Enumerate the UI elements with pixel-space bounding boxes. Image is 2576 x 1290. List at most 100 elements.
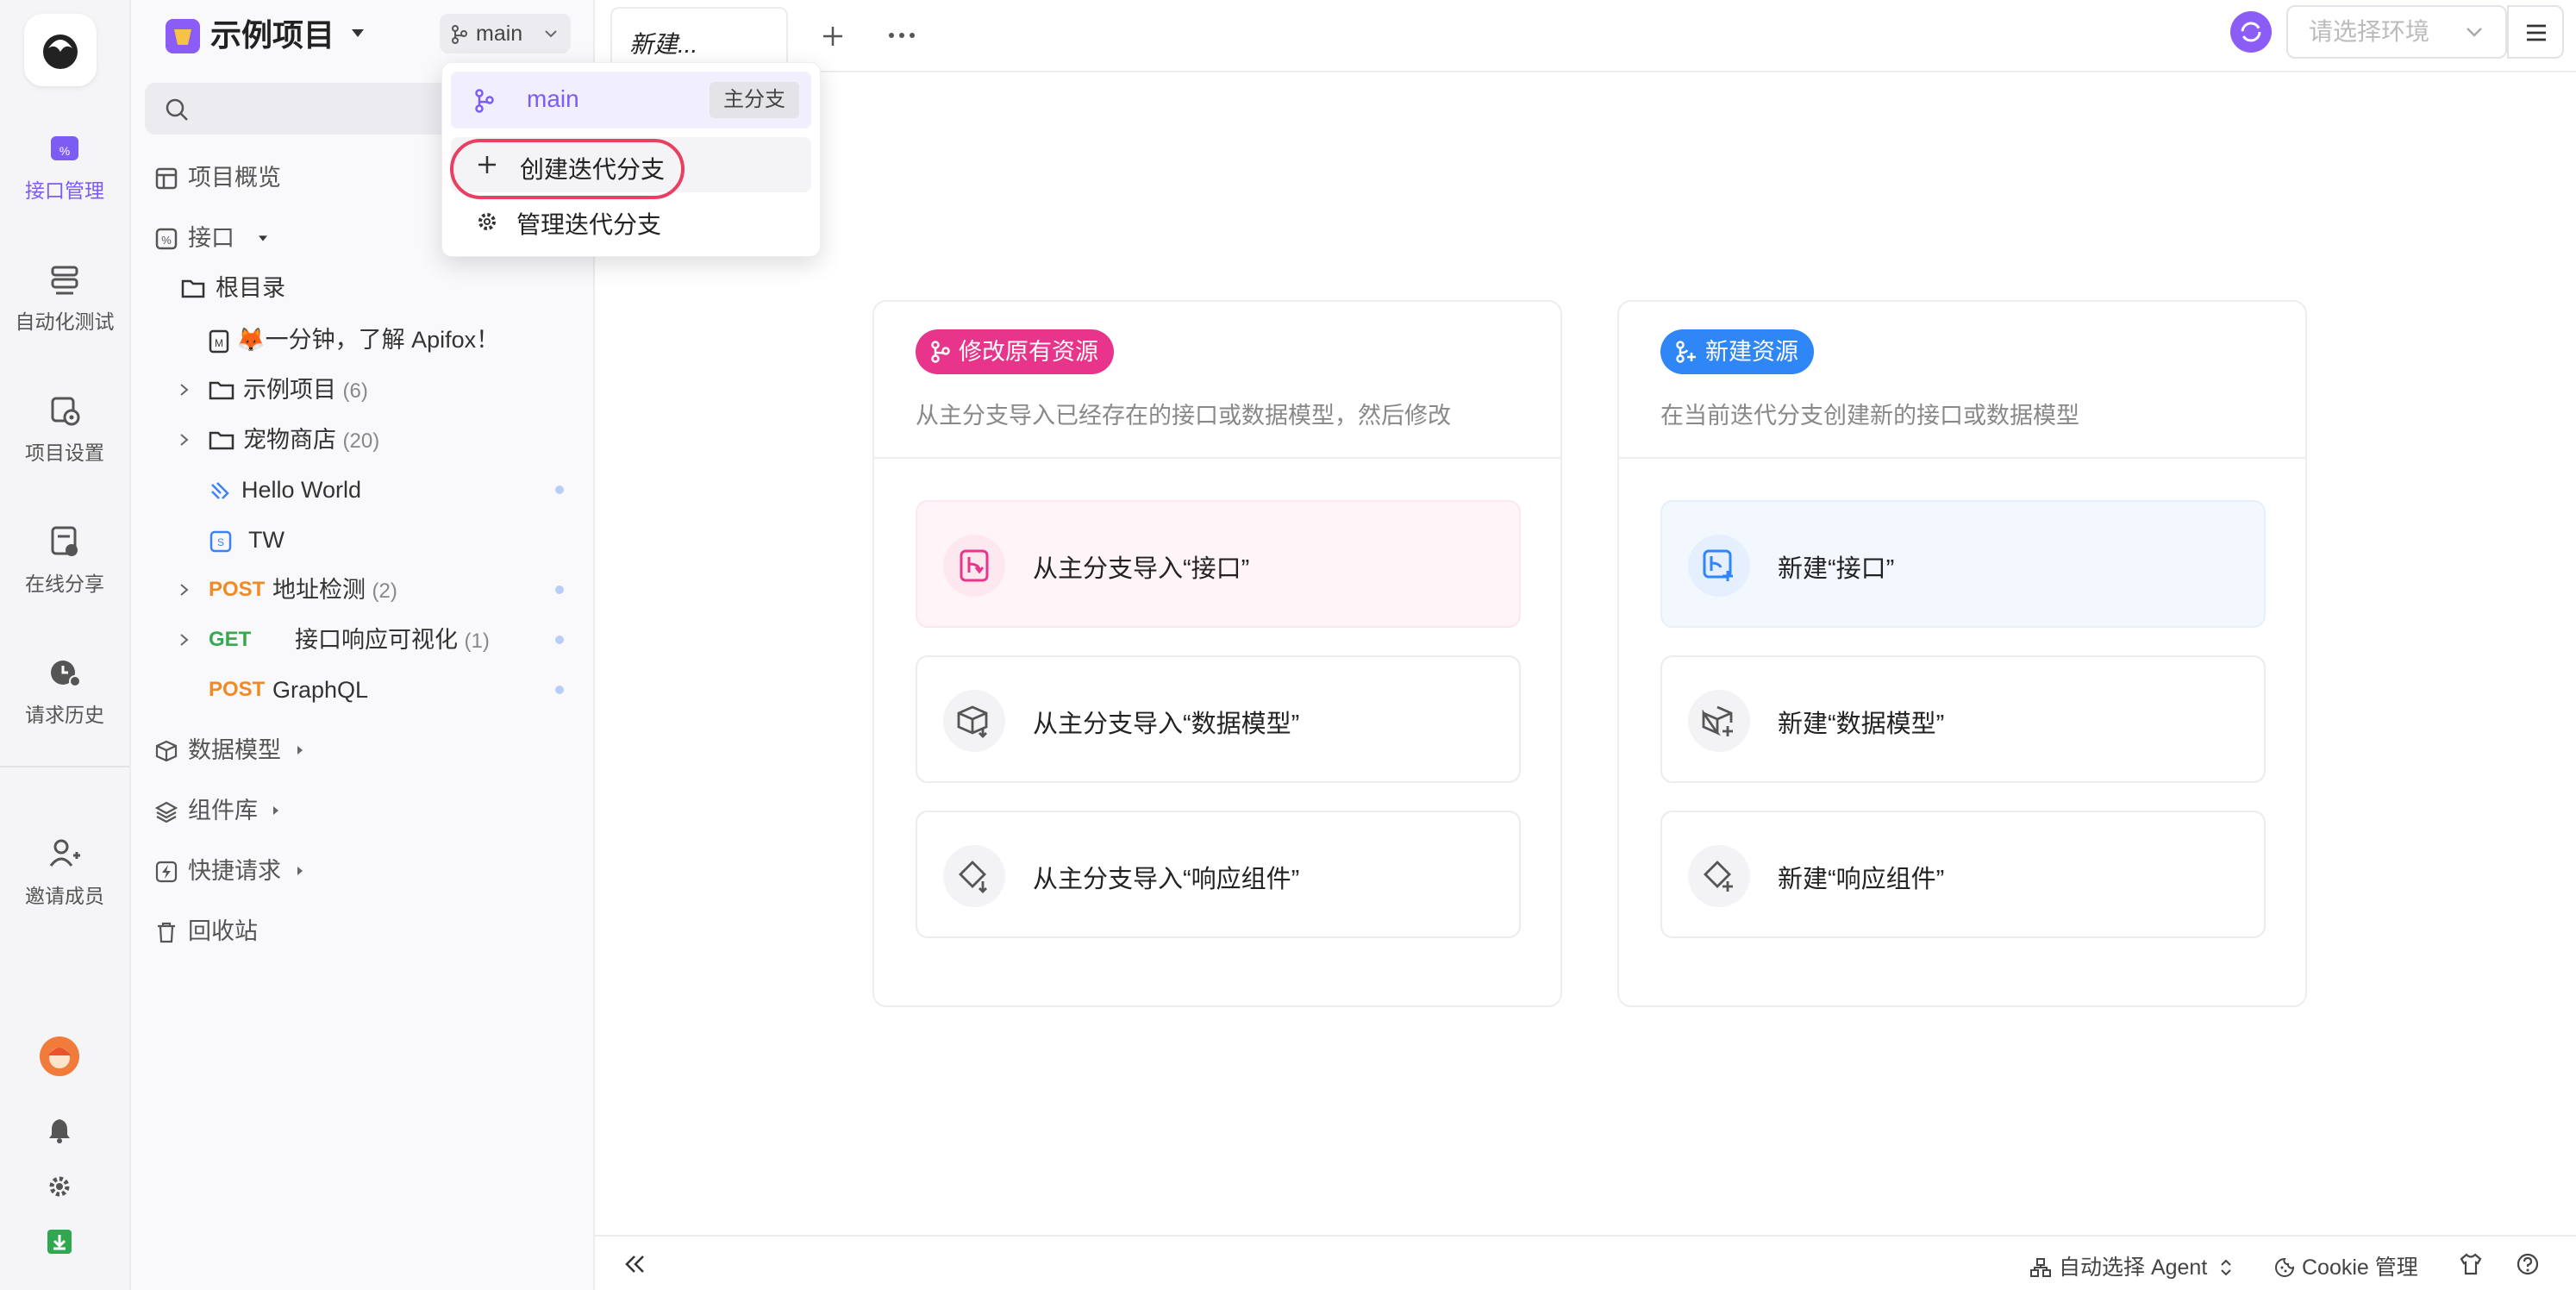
download-icon[interactable]: [47, 1230, 72, 1254]
branch-icon: [931, 341, 950, 363]
top-bar: 新建... 请选择环境: [595, 0, 2576, 74]
badge-label: 新建资源: [1705, 339, 1798, 365]
project-caret-icon[interactable]: [352, 29, 364, 37]
tree-item-graphql[interactable]: POST GraphQL: [209, 673, 571, 707]
more-icon[interactable]: [888, 31, 916, 40]
option-import-response-component[interactable]: 从主分支导入“响应组件”: [916, 811, 1521, 938]
badge-new-resource: 新建资源: [1660, 329, 1814, 374]
branch-option-main[interactable]: main 主分支: [451, 72, 811, 128]
folder-icon: [209, 431, 234, 450]
option-import-api[interactable]: 从主分支导入“接口”: [916, 500, 1521, 628]
rail-item-project-settings[interactable]: 项目设置: [0, 391, 129, 466]
environment-select[interactable]: 请选择环境: [2286, 5, 2507, 59]
status-dot: [555, 636, 564, 644]
invite-member-icon: [49, 839, 80, 867]
cookie-manager[interactable]: Cookie 管理: [2274, 1250, 2418, 1281]
chevron-right-icon: [180, 384, 189, 396]
branch-switch-button[interactable]: main: [440, 14, 571, 53]
rail-item-invite-member[interactable]: 邀请成员: [0, 835, 129, 909]
manage-iteration-branch-option[interactable]: 管理迭代分支: [451, 196, 811, 247]
card-divider: [1619, 457, 2305, 459]
api-management-icon: %: [51, 136, 78, 160]
option-icon-bg: [1688, 845, 1750, 907]
bottom-bar: 自动选择 Agent Cookie 管理: [595, 1235, 2576, 1290]
rail-item-automation-test[interactable]: 自动化测试: [0, 260, 129, 335]
avatar[interactable]: [40, 1036, 79, 1076]
tree-item-response-visualization[interactable]: GET 接口响应可视化 (1): [179, 623, 571, 657]
markdown-doc-icon: M: [209, 329, 229, 354]
cookie-label: Cookie 管理: [2302, 1256, 2418, 1280]
updown-chevron-icon: [2221, 1259, 2231, 1276]
layers-icon: [155, 801, 178, 823]
main-branch-tag: 主分支: [710, 82, 799, 118]
caret-right-icon: [297, 746, 303, 755]
rail-label: 接口管理: [25, 179, 104, 202]
method-badge-post: POST: [209, 578, 266, 601]
overview-icon: [155, 167, 178, 190]
chevron-right-icon: [180, 584, 189, 596]
folder-icon: [209, 381, 234, 400]
search-input[interactable]: [145, 83, 455, 135]
hamburger-menu-button[interactable]: [2507, 5, 2564, 59]
environment-placeholder: 请选择环境: [2309, 18, 2430, 45]
add-tab-icon[interactable]: [821, 24, 845, 48]
rail-item-online-share[interactable]: 在线分享: [0, 523, 129, 597]
card-divider: [874, 457, 1560, 459]
git-branch-icon: [452, 25, 467, 44]
card-description: 在当前迭代分支创建新的接口或数据模型: [1660, 403, 2079, 429]
tree-item-hello-world[interactable]: Hello World: [209, 473, 571, 507]
tree-label: 根目录: [216, 275, 285, 301]
agent-icon: [2030, 1258, 2051, 1277]
agent-label: 自动选择 Agent: [2059, 1256, 2208, 1280]
rail-item-request-history[interactable]: 请求历史: [0, 654, 129, 728]
tree-label: GraphQL: [272, 677, 369, 703]
collapse-sidebar-icon[interactable]: [624, 1254, 647, 1274]
caret-right-icon: [273, 806, 278, 815]
settings-gear-icon[interactable]: [47, 1174, 72, 1199]
import-response-component-icon: [959, 861, 987, 893]
tree-label: 宠物商店: [243, 427, 336, 453]
lightning-icon: [155, 861, 178, 883]
folder-open-icon: [181, 279, 205, 298]
help-icon[interactable]: [2516, 1252, 2540, 1276]
agent-selector[interactable]: 自动选择 Agent: [2029, 1250, 2232, 1281]
svg-text:S: S: [217, 536, 224, 548]
shirt-icon[interactable]: [2459, 1252, 2483, 1276]
project-title[interactable]: 示例项目: [210, 14, 335, 57]
notification-bell-icon[interactable]: [48, 1118, 71, 1143]
option-label: 从主分支导入“响应组件”: [1033, 866, 1300, 893]
nav-label: 组件库: [188, 798, 258, 823]
rail-item-api-management[interactable]: % 接口管理: [0, 129, 129, 204]
option-icon-bg: [1688, 535, 1750, 597]
card-new-resource: 新建资源 在当前迭代分支创建新的接口或数据模型 新建“接口” 新建“数据模型” …: [1617, 300, 2307, 1007]
tree-count: (2): [372, 579, 397, 603]
tree-label: 地址检测: [272, 577, 366, 603]
option-new-response-component[interactable]: 新建“响应组件”: [1660, 811, 2266, 938]
gear-icon: [478, 213, 496, 230]
svg-text:%: %: [161, 234, 172, 247]
highlight-ring: [450, 139, 685, 199]
socket-icon: S: [209, 530, 232, 553]
option-new-api[interactable]: 新建“接口”: [1660, 500, 2266, 628]
import-data-model-icon: [957, 705, 988, 738]
tree-count: (1): [464, 629, 490, 653]
tree-label: 🦊一分钟，了解 Apifox！: [236, 327, 500, 353]
option-import-data-model[interactable]: 从主分支导入“数据模型”: [916, 655, 1521, 783]
websocket-icon: [211, 482, 229, 499]
nav-label: 数据模型: [188, 737, 281, 763]
option-new-data-model[interactable]: 新建“数据模型”: [1660, 655, 2266, 783]
option-label: 从主分支导入“接口”: [1033, 555, 1250, 583]
tree-count: (6): [342, 379, 368, 403]
tree-label: 示例项目: [243, 377, 336, 403]
app-logo[interactable]: [24, 14, 97, 86]
tree-item-address-check[interactable]: POST 地址检测 (2): [179, 573, 571, 607]
sync-icon[interactable]: [2229, 10, 2273, 53]
status-dot: [555, 586, 564, 594]
tree-label: TW: [248, 527, 284, 553]
svg-text:M: M: [215, 337, 223, 349]
rail-label: 项目设置: [25, 441, 104, 464]
nav-label: 接口: [188, 225, 234, 251]
trash-icon: [158, 922, 175, 943]
method-badge-get: GET: [209, 628, 252, 651]
branch-add-icon: [1676, 341, 1696, 363]
